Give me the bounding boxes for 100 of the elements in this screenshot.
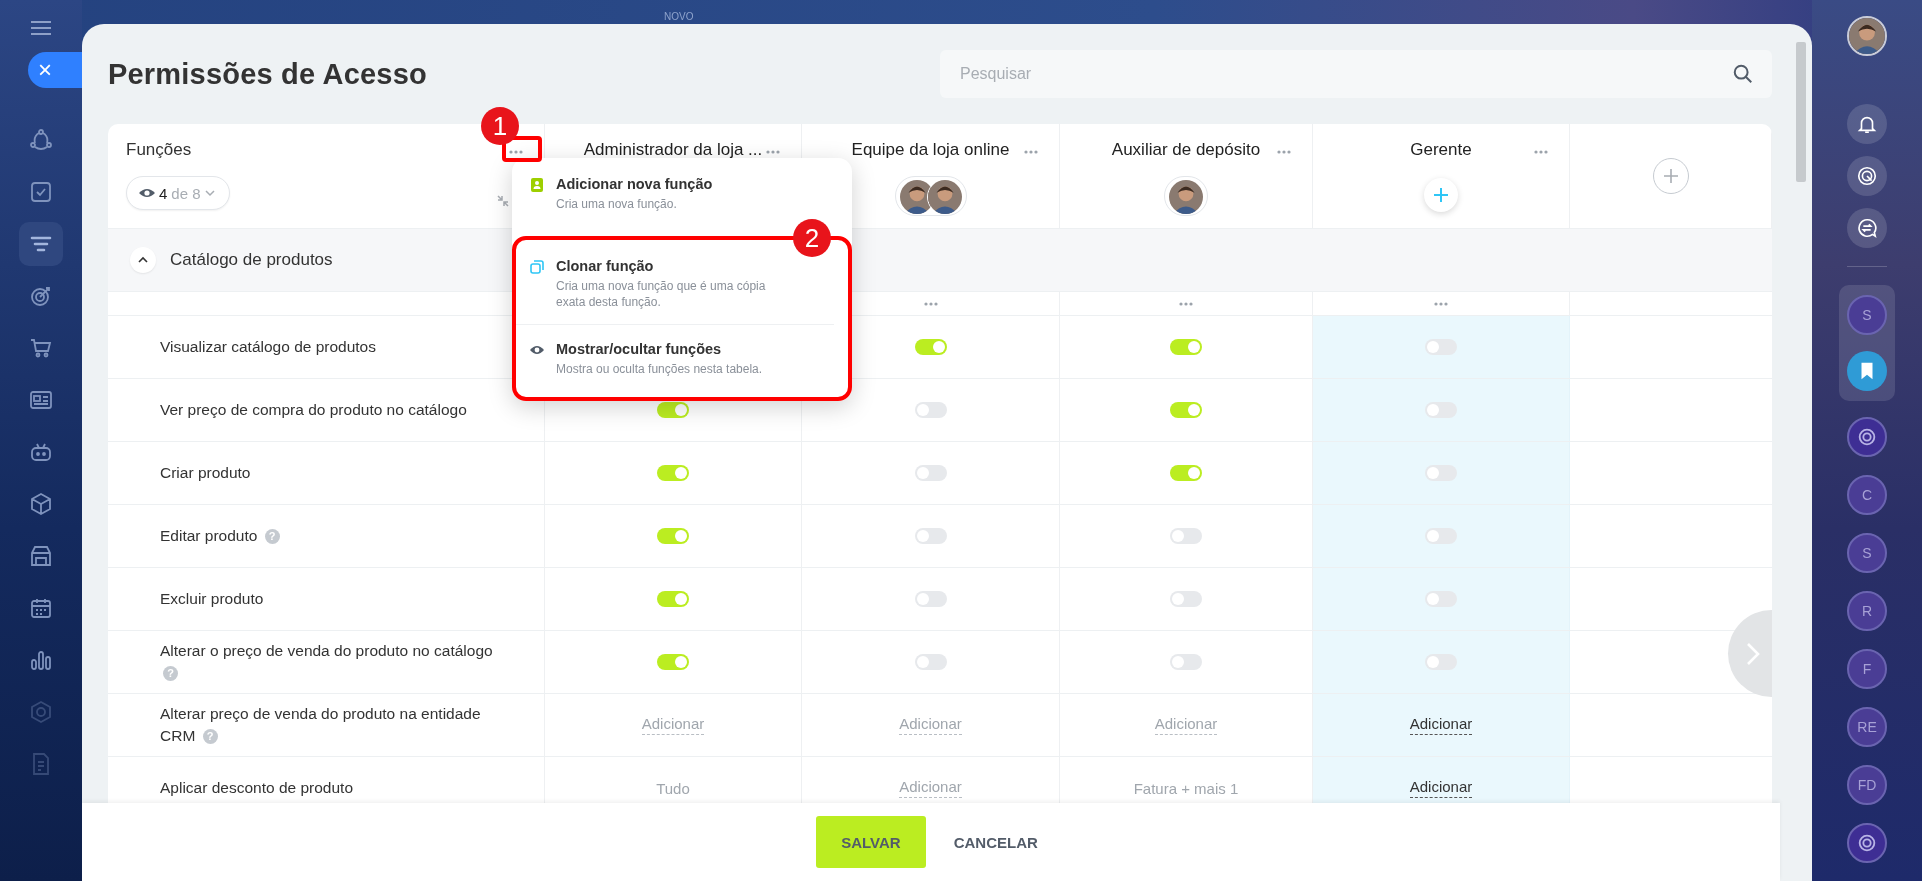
menu-icon[interactable]	[30, 20, 52, 36]
step-badge: 1	[481, 107, 519, 145]
toggle-switch[interactable]	[1170, 591, 1202, 607]
hexagon-icon[interactable]	[29, 700, 53, 724]
cancel-button[interactable]: CANCELAR	[945, 825, 1046, 859]
toggle-switch[interactable]	[1170, 402, 1202, 418]
visible-roles-filter[interactable]: 4 de 8	[126, 176, 230, 210]
permission-label: Excluir produto	[160, 589, 264, 609]
notifications-button[interactable]	[1847, 104, 1887, 144]
collapse-section-button[interactable]	[130, 247, 156, 273]
collapse-icon[interactable]	[496, 194, 510, 208]
toggle-switch[interactable]	[1425, 528, 1457, 544]
add-link[interactable]: Adicionar	[1409, 778, 1473, 798]
toggle-switch[interactable]	[1425, 654, 1457, 670]
menu-item[interactable]: Mostrar/ocultar funções Mostra ou oculta funções nesta tabela.	[516, 324, 834, 391]
more-icon[interactable]	[922, 300, 939, 307]
toggle-switch[interactable]	[1425, 402, 1457, 418]
permission-value[interactable]: Tudo	[656, 779, 690, 797]
toggle-switch[interactable]	[914, 528, 947, 544]
copilot-button[interactable]	[1847, 823, 1887, 863]
sidebar-item[interactable]	[19, 222, 63, 266]
toggle-switch[interactable]	[914, 402, 947, 418]
search-field[interactable]: Pesquisar	[960, 61, 1660, 87]
permission-label: Aplicar desconto de produto	[160, 778, 354, 798]
chat-avatar[interactable]: S	[1847, 533, 1887, 573]
close-button[interactable]: ×	[28, 52, 82, 88]
add-link[interactable]: Adicionar	[1154, 715, 1218, 735]
more-icon[interactable]	[508, 149, 524, 155]
toggle-switch[interactable]	[1170, 465, 1202, 481]
toggle-switch[interactable]	[914, 591, 947, 607]
more-icon[interactable]	[1276, 149, 1292, 155]
cube-icon[interactable]	[29, 492, 53, 516]
toggle-switch[interactable]	[657, 528, 689, 544]
spiral-icon	[1856, 165, 1878, 187]
toggle-switch[interactable]	[1170, 339, 1202, 355]
more-icon[interactable]	[1433, 300, 1449, 307]
spiral-icon	[1856, 832, 1878, 854]
target-icon[interactable]	[29, 284, 53, 308]
permission-label: Visualizar catálogo de produtos	[160, 337, 376, 357]
chat-avatar[interactable]: F	[1847, 649, 1887, 689]
toggle-switch[interactable]	[1170, 654, 1202, 670]
search-icon[interactable]	[1732, 63, 1754, 85]
toggle-switch[interactable]	[914, 654, 947, 670]
toggle-switch[interactable]	[914, 465, 947, 481]
toggle-switch[interactable]	[657, 591, 689, 607]
toggle-switch[interactable]	[657, 654, 689, 670]
chat-avatar[interactable]: S	[1847, 295, 1887, 335]
chat-avatar[interactable]: RE	[1847, 707, 1887, 747]
copilot-button[interactable]	[1847, 156, 1887, 196]
checkbox-icon[interactable]	[29, 180, 53, 204]
role-name: Auxiliar de depósito	[1111, 140, 1261, 160]
add-link[interactable]: Adicionar	[641, 715, 705, 735]
more-icon[interactable]	[765, 149, 781, 155]
toggle-switch[interactable]	[657, 402, 689, 418]
toggle-switch[interactable]	[1425, 465, 1457, 481]
search-bar[interactable]: Pesquisar	[940, 50, 1772, 98]
bar-chart-icon[interactable]	[29, 648, 53, 672]
column-title: Funções	[126, 140, 192, 160]
permission-label: Editar produto ?	[160, 525, 280, 547]
toggle-switch[interactable]	[1425, 339, 1457, 355]
add-link[interactable]: Adicionar	[899, 715, 962, 735]
more-icon[interactable]	[1533, 149, 1549, 155]
chat-avatar[interactable]: C	[1847, 475, 1887, 515]
toggle-switch[interactable]	[914, 339, 947, 355]
id-card-icon[interactable]	[29, 388, 53, 412]
chat-button[interactable]	[1847, 208, 1887, 248]
scrollbar[interactable]	[1796, 42, 1806, 182]
store-icon[interactable]	[29, 544, 53, 568]
copilot-button[interactable]	[1847, 417, 1887, 457]
flow-icon[interactable]	[29, 128, 53, 152]
toggle-switch[interactable]	[1425, 591, 1457, 607]
eye-icon	[139, 187, 155, 199]
toggle-switch[interactable]	[657, 465, 689, 481]
role-name: Gerente	[1410, 140, 1472, 160]
role-name: Administrador da loja ...	[583, 140, 763, 160]
permission-label: Criar produto	[160, 463, 251, 483]
permission-value[interactable]: Fatura + mais 1	[1133, 779, 1239, 797]
add-link[interactable]: Adicionar	[1409, 715, 1473, 735]
more-icon[interactable]	[1023, 149, 1039, 155]
chat-avatar[interactable]: R	[1847, 591, 1887, 631]
add-member-button[interactable]	[1424, 178, 1458, 212]
save-button[interactable]: SALVAR	[816, 816, 926, 868]
copy-icon	[530, 260, 544, 274]
permission-label: Ver preço de compra do produto no catálogo	[160, 400, 467, 420]
calendar-icon[interactable]	[29, 596, 53, 620]
eye-icon	[530, 343, 544, 357]
plus-icon	[1662, 168, 1679, 184]
user-avatar[interactable]	[1847, 16, 1887, 56]
plus-icon	[1433, 187, 1449, 203]
role-name: Equipe da loja online	[851, 140, 1010, 160]
add-link[interactable]: Adicionar	[899, 778, 962, 798]
bookmark-button[interactable]	[1847, 351, 1887, 391]
add-role-button[interactable]	[1652, 158, 1689, 194]
permission-label: Alterar preço de venda do produto na entidade CRM ?	[160, 704, 482, 746]
chat-avatar[interactable]: FD	[1847, 765, 1887, 805]
chat-arrows-icon	[1856, 217, 1878, 239]
toggle-switch[interactable]	[1170, 528, 1202, 544]
more-icon[interactable]	[1178, 300, 1194, 307]
cart-icon[interactable]	[29, 336, 53, 360]
chevron-down-icon	[204, 189, 215, 197]
